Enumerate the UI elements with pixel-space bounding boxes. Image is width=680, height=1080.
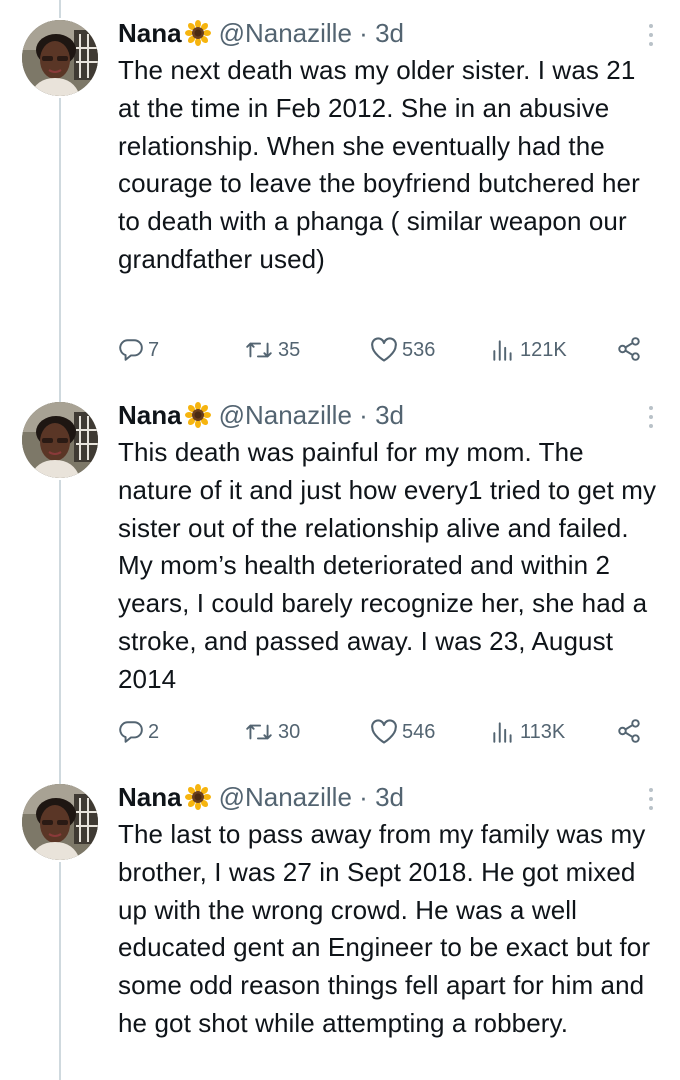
like-icon — [371, 719, 397, 744]
reply-count: 7 — [148, 338, 160, 361]
sunflower-emoji-icon — [184, 402, 211, 428]
separator-dot: · — [359, 782, 368, 812]
tweet-text: The next death was my older sister. I wa… — [118, 55, 640, 274]
tweet-content: Nana @Nanazille · 3d This death was pain… — [118, 396, 663, 699]
views-icon — [493, 340, 512, 361]
tweet-header: Nana @Nanazille · 3d — [118, 14, 663, 52]
separator-dot: · — [359, 18, 368, 48]
tweet[interactable]: Nana @Nanazille · 3d This death was pain… — [0, 382, 680, 764]
more-icon[interactable] — [647, 24, 655, 50]
like-button[interactable]: 546 — [370, 716, 435, 748]
tweet-age[interactable]: 3d — [375, 400, 404, 430]
views-count: 113K — [520, 720, 566, 743]
share-icon[interactable] — [616, 336, 642, 362]
more-icon[interactable] — [647, 406, 655, 432]
reply-button[interactable]: 2 — [118, 716, 159, 748]
author-handle[interactable]: @Nanazille — [219, 782, 352, 812]
author-name[interactable]: Nana — [118, 400, 182, 430]
views-button[interactable]: 113K — [490, 716, 565, 748]
tweet-header: Nana @Nanazille · 3d — [118, 396, 663, 434]
reply-icon — [119, 339, 143, 361]
tweet-age[interactable]: 3d — [375, 782, 404, 812]
reply-button[interactable]: 7 — [118, 334, 159, 366]
action-bar: 2 30 546 113K — [118, 716, 643, 748]
avatar[interactable] — [22, 402, 98, 478]
like-count: 536 — [402, 338, 436, 361]
tweet-header: Nana @Nanazille · 3d — [118, 778, 663, 816]
action-bar: 7 35 536 121K — [118, 334, 643, 366]
tweet-text: This death was painful for my mom. The n… — [118, 437, 657, 694]
reply-count: 2 — [148, 720, 160, 743]
share-icon[interactable] — [616, 718, 642, 744]
retweet-count: 35 — [278, 338, 301, 361]
author-handle[interactable]: @Nanazille — [219, 18, 352, 48]
author-name[interactable]: Nana — [118, 782, 182, 812]
tweet-age[interactable]: 3d — [375, 18, 404, 48]
tweet-text: The last to pass away from my family was… — [118, 819, 651, 1038]
like-button[interactable]: 536 — [370, 334, 435, 366]
separator-dot: · — [359, 400, 368, 430]
like-count: 546 — [402, 720, 436, 743]
retweet-icon — [246, 342, 272, 358]
tweet-content: Nana @Nanazille · 3d The next death was … — [118, 14, 663, 279]
views-button[interactable]: 121K — [490, 334, 567, 366]
sunflower-emoji-icon — [184, 20, 211, 46]
author-name[interactable]: Nana — [118, 18, 182, 48]
tweet[interactable]: Nana @Nanazille · 3d The last to pass aw… — [0, 764, 680, 1080]
tweet[interactable]: Nana @Nanazille · 3d The next death was … — [0, 0, 680, 382]
avatar[interactable] — [22, 20, 98, 96]
like-icon — [371, 337, 397, 362]
retweet-button[interactable]: 30 — [244, 716, 300, 748]
more-icon[interactable] — [647, 788, 655, 814]
retweet-button[interactable]: 35 — [244, 334, 300, 366]
sunflower-emoji-icon — [184, 784, 211, 810]
views-icon — [493, 722, 512, 743]
retweet-count: 30 — [278, 720, 301, 743]
reply-icon — [119, 721, 143, 743]
avatar[interactable] — [22, 784, 98, 860]
tweet-content: Nana @Nanazille · 3d The last to pass aw… — [118, 778, 663, 1043]
author-handle[interactable]: @Nanazille — [219, 400, 352, 430]
retweet-icon — [246, 724, 272, 740]
views-count: 121K — [520, 338, 567, 361]
